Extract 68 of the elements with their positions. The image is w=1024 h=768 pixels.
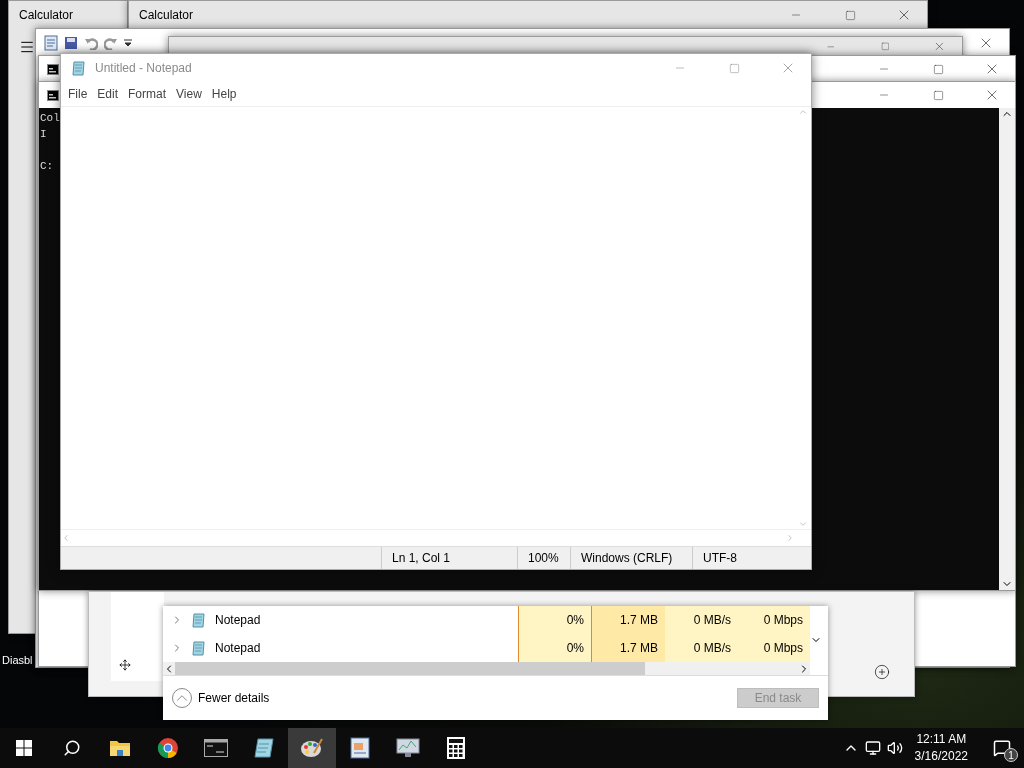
- save-icon[interactable]: [64, 35, 78, 50]
- notepad-icon: [253, 737, 275, 759]
- scroll-right-icon: [785, 533, 795, 543]
- process-name[interactable]: Notepad: [163, 606, 518, 634]
- window-title: Untitled - Notepad: [95, 61, 193, 75]
- notifications-button[interactable]: 1: [980, 728, 1024, 768]
- move-icon[interactable]: [119, 659, 131, 671]
- maximize-icon: [932, 63, 944, 75]
- status-text: 100%: [517, 547, 570, 569]
- maximize-icon: [932, 89, 944, 101]
- horizontal-scrollbar[interactable]: [163, 662, 810, 675]
- maximize-icon: [728, 62, 740, 74]
- console-line: I: [40, 127, 47, 142]
- table-cell: 1.7 MB: [592, 634, 665, 662]
- window-title: Calculator: [139, 8, 195, 22]
- maximize-icon: [844, 9, 856, 21]
- console-icon: [204, 739, 228, 757]
- clock[interactable]: 12:11 AM 3/16/2022: [908, 731, 974, 765]
- redo-icon[interactable]: [104, 35, 118, 50]
- message-icon: [993, 739, 1011, 757]
- status-text: UTF-8: [692, 547, 811, 569]
- chrome-icon: [157, 737, 179, 759]
- status-text: Windows (CRLF): [570, 547, 692, 569]
- console-icon: [47, 63, 59, 75]
- table-cell: 0 MB/s: [665, 634, 738, 662]
- table-cell: 1.7 MB: [592, 606, 665, 634]
- document-icon: [44, 34, 58, 51]
- status-text: Ln 1, Col 1: [381, 547, 517, 569]
- table-cell: 0 Mbps: [738, 634, 810, 662]
- taskbar-app[interactable]: [288, 728, 336, 768]
- menu-item[interactable]: Help: [206, 87, 242, 101]
- menu-icon[interactable]: [19, 39, 35, 55]
- menu-item[interactable]: Format: [123, 87, 172, 101]
- scroll-down-icon: [798, 519, 808, 529]
- add-icon[interactable]: [874, 664, 890, 680]
- palette-icon: [300, 737, 324, 759]
- table-cell: 0%: [518, 634, 592, 662]
- window-title: Calculator: [19, 8, 75, 22]
- chart-icon: [396, 737, 420, 759]
- menu-item[interactable]: File: [63, 87, 93, 101]
- scrollbar[interactable]: [999, 108, 1015, 590]
- console-icon: [47, 89, 59, 101]
- maximize-icon: [880, 42, 890, 51]
- notification-count: 1: [1004, 748, 1018, 762]
- notepad-icon: [191, 640, 207, 656]
- console-prompt: C:: [40, 159, 54, 174]
- scroll-up-icon: [798, 107, 808, 117]
- dropdown-icon[interactable]: [124, 38, 132, 47]
- notepad-icon: [191, 612, 207, 628]
- scroll-left-icon: [61, 533, 71, 543]
- search-icon: [63, 739, 81, 757]
- document-icon: [350, 737, 370, 759]
- volume-icon[interactable]: [886, 740, 903, 756]
- windows-icon: [16, 740, 32, 756]
- desktop-icon-label[interactable]: Diasbl: [2, 654, 33, 666]
- undo-icon[interactable]: [84, 35, 98, 50]
- table-cell: 0 MB/s: [665, 606, 738, 634]
- table-cell: 0 Mbps: [738, 606, 810, 634]
- calculator-icon: [447, 737, 465, 759]
- fewer-details-button[interactable]: Fewer details: [172, 688, 270, 708]
- menu-item[interactable]: Edit: [92, 87, 124, 101]
- table-cell: 0%: [518, 606, 592, 634]
- console-line: Col: [40, 111, 60, 126]
- notepad-icon: [71, 60, 87, 76]
- network-icon[interactable]: [864, 740, 881, 756]
- menu-item[interactable]: View: [171, 87, 207, 101]
- process-name[interactable]: Notepad: [163, 634, 518, 662]
- folder-icon: [109, 738, 131, 758]
